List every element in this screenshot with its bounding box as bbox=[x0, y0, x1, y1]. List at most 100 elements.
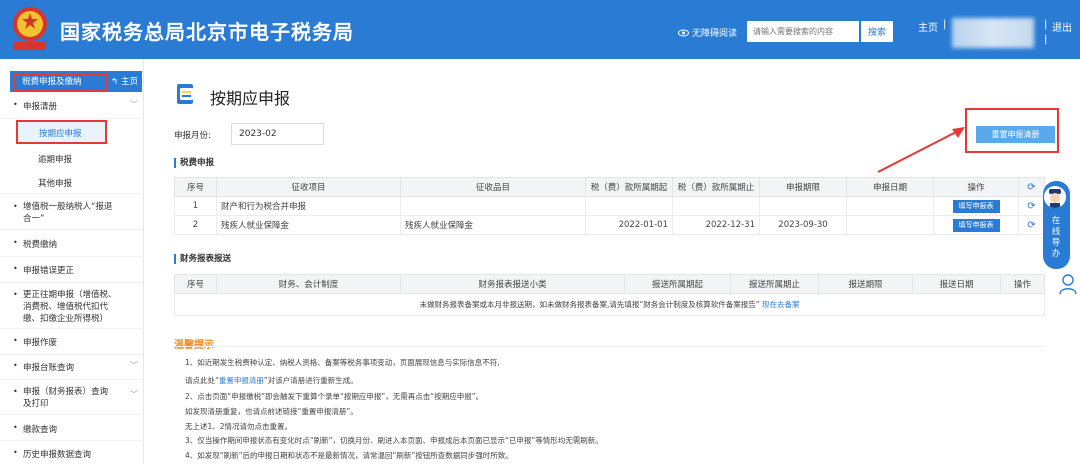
search-input[interactable] bbox=[747, 21, 859, 42]
sidebar-item-label: 按期应申报 bbox=[39, 129, 82, 139]
sidebar-item-label: 更正往期申报（增值税、 bbox=[23, 290, 117, 300]
sidebar-item-overdue-declare[interactable]: 逾期申报 bbox=[38, 153, 72, 165]
sidebar-item-label: 申报台账查询 bbox=[23, 363, 75, 373]
bullet-icon: • bbox=[13, 336, 18, 345]
month-selector[interactable]: 2023-02 bbox=[231, 123, 324, 145]
deadline bbox=[759, 196, 847, 216]
period-start bbox=[585, 196, 673, 216]
divider bbox=[0, 118, 144, 119]
column-header: 申报期限 bbox=[759, 177, 847, 197]
sidebar-header: 税费申报及缴纳 ↰ 主页 bbox=[10, 71, 142, 92]
accessibility-link[interactable]: 无障碍阅读 bbox=[678, 26, 737, 39]
sidebar-item-declare-list[interactable]: • 申报清册 bbox=[13, 100, 58, 112]
divider bbox=[0, 282, 144, 283]
tip-line: 请点此处“重置申报清册”对该户清册进行重新生成。 bbox=[185, 375, 358, 386]
column-header: 操作 bbox=[933, 177, 1019, 197]
bullet-icon: • bbox=[13, 100, 18, 109]
sidebar-item-label: 申报（财务报表）查询 bbox=[23, 387, 109, 397]
declare-date bbox=[846, 196, 934, 216]
period-end: 2022-12-31 bbox=[672, 215, 760, 235]
tax-declare-table: 序号 征收项目 征收品目 税（费）款所属期起 税（费）款所属期止 申报期限 申报… bbox=[174, 177, 1045, 235]
column-header: 操作 bbox=[1000, 274, 1045, 294]
sidebar-category[interactable]: 税费申报及缴纳 bbox=[14, 73, 108, 91]
user-service-icon[interactable] bbox=[1058, 272, 1078, 296]
sidebar-item-label: 缴款查询 bbox=[23, 425, 58, 435]
chevron-down-icon[interactable]: ﹀ bbox=[130, 389, 138, 400]
sidebar-item-past-correction[interactable]: • 更正往期申报（增值税、 消费税、增值税代扣代 缴、扣缴企业所得税） bbox=[13, 289, 117, 325]
fill-form-button[interactable]: 填写申报表 bbox=[952, 218, 1000, 232]
sidebar-home-label: 主页 bbox=[120, 77, 138, 87]
refresh-icon[interactable]: ⟳ bbox=[1027, 182, 1035, 193]
guide-char: 导 bbox=[1051, 238, 1061, 248]
sidebar-item-report-query[interactable]: • 申报（财务报表）查询 及打印 bbox=[13, 386, 109, 410]
sidebar-item-label: 申报清册 bbox=[23, 102, 58, 112]
sidebar-item-payment-query[interactable]: • 缴款查询 bbox=[13, 423, 58, 435]
home-link[interactable]: 主页 bbox=[918, 19, 938, 34]
refresh-all-cell: ⟳ bbox=[1018, 177, 1045, 197]
chevron-down-icon[interactable]: ﹀ bbox=[130, 360, 138, 371]
go-filing-link[interactable]: 现在去备案 bbox=[762, 300, 800, 309]
tip-line: 如发现清册重复，也请点前述链接“重置申报清册”。 bbox=[185, 407, 358, 416]
levy-item: 财产和行为税合并申报 bbox=[216, 196, 401, 216]
sidebar-item-other-declare[interactable]: 其他申报 bbox=[38, 177, 72, 189]
table-header-row: 序号 征收项目 征收品目 税（费）款所属期起 税（费）款所属期止 申报期限 申报… bbox=[174, 177, 1045, 197]
bullet-icon: • bbox=[13, 202, 18, 211]
divider bbox=[0, 379, 144, 380]
tip-line: 1、如近期发生税费种认定、纳税人资格、备案等税务事项变动，页面展现信息与实际信息… bbox=[185, 358, 500, 367]
logout-link[interactable]: 退出 bbox=[1052, 19, 1072, 34]
user-name-blurred bbox=[952, 18, 1034, 48]
sidebar-item-label: 申报错误更正 bbox=[23, 266, 75, 276]
column-header: 报送日期 bbox=[912, 274, 1001, 294]
sidebar-item-periodic-declare[interactable]: 按期应申报 bbox=[16, 120, 107, 144]
divider bbox=[0, 229, 144, 230]
divider bbox=[0, 193, 144, 194]
tip-text: ”对该户清册进行重新生成。 bbox=[263, 376, 358, 385]
accessibility-label: 无障碍阅读 bbox=[692, 29, 738, 39]
divider bbox=[0, 414, 144, 415]
sidebar-item-vat-combined[interactable]: • 增值税一般纳税人“报退 合一” bbox=[13, 201, 113, 225]
declare-date bbox=[846, 215, 934, 235]
sidebar-item-tax-payment[interactable]: • 税费缴纳 bbox=[13, 238, 57, 250]
row-number: 2 bbox=[174, 215, 217, 235]
divider bbox=[0, 440, 144, 441]
column-header: 报送期限 bbox=[818, 274, 913, 294]
page-title: 按期应申报 bbox=[210, 89, 291, 108]
national-emblem-icon bbox=[13, 7, 47, 50]
column-header: 序号 bbox=[174, 177, 217, 197]
column-header: 申报日期 bbox=[846, 177, 934, 197]
column-header: 报送所属期起 bbox=[624, 274, 731, 294]
reset-declare-list-button[interactable]: 重置申报清册 bbox=[976, 126, 1055, 143]
sidebar-item-label: 增值税一般纳税人“报退 bbox=[23, 202, 113, 212]
declare-form-icon bbox=[177, 84, 193, 104]
reset-declare-list-link[interactable]: 重置申报清册 bbox=[219, 376, 264, 385]
assistant-avatar-icon bbox=[1044, 186, 1066, 208]
tip-line: 2、点击页面“申报缴税”即会触发下重算个录单“按期应申报”，无需再点击“按期应申… bbox=[185, 392, 484, 401]
month-label: 申报月份: bbox=[174, 131, 211, 141]
sidebar-item-void-declare[interactable]: • 申报作废 bbox=[13, 336, 57, 348]
chevron-down-icon[interactable]: ﹀ bbox=[130, 99, 138, 110]
divider bbox=[0, 328, 144, 329]
sidebar-item-error-correction[interactable]: • 申报错误更正 bbox=[13, 264, 75, 276]
search-button[interactable]: 搜索 bbox=[861, 21, 893, 42]
levy-subitem: 残疾人就业保障金 bbox=[400, 215, 586, 235]
table-header-row: 序号 财务、会计制度 财务报表报送小类 报送所属期起 报送所属期止 报送期限 报… bbox=[174, 274, 1045, 294]
sidebar-home-link[interactable]: ↰ 主页 bbox=[111, 75, 138, 87]
sidebar-item-ledger-query[interactable]: • 申报台账查询 bbox=[13, 361, 75, 373]
separator: | bbox=[943, 19, 947, 30]
refresh-icon[interactable]: ⟳ bbox=[1027, 220, 1035, 231]
period-start: 2022-01-01 bbox=[585, 215, 673, 235]
bullet-icon: • bbox=[13, 290, 18, 299]
column-header: 财务报表报送小类 bbox=[400, 274, 625, 294]
tip-line: 3、仅当操作期间申报状态有变化时点“刷新”，切换月份、刷进入本页面、申报成后本页… bbox=[185, 436, 603, 445]
sidebar-item-history-query[interactable]: • 历史申报数据查询 bbox=[13, 448, 91, 460]
financial-report-table: 序号 财务、会计制度 财务报表报送小类 报送所属期起 报送所属期止 报送期限 报… bbox=[174, 274, 1045, 316]
guide-char: 在 bbox=[1051, 216, 1061, 226]
refresh-cell: ⟳ bbox=[1018, 196, 1045, 216]
divider bbox=[0, 256, 144, 257]
column-header: 财务、会计制度 bbox=[216, 274, 401, 294]
action-cell: 填写申报表 bbox=[933, 196, 1019, 216]
sidebar-item-label: 消费税、增值税代扣代 bbox=[23, 302, 109, 312]
fill-form-button[interactable]: 填写申报表 bbox=[952, 199, 1000, 213]
tax-section-title: 税费申报 bbox=[174, 158, 214, 168]
refresh-icon[interactable]: ⟳ bbox=[1027, 201, 1035, 212]
